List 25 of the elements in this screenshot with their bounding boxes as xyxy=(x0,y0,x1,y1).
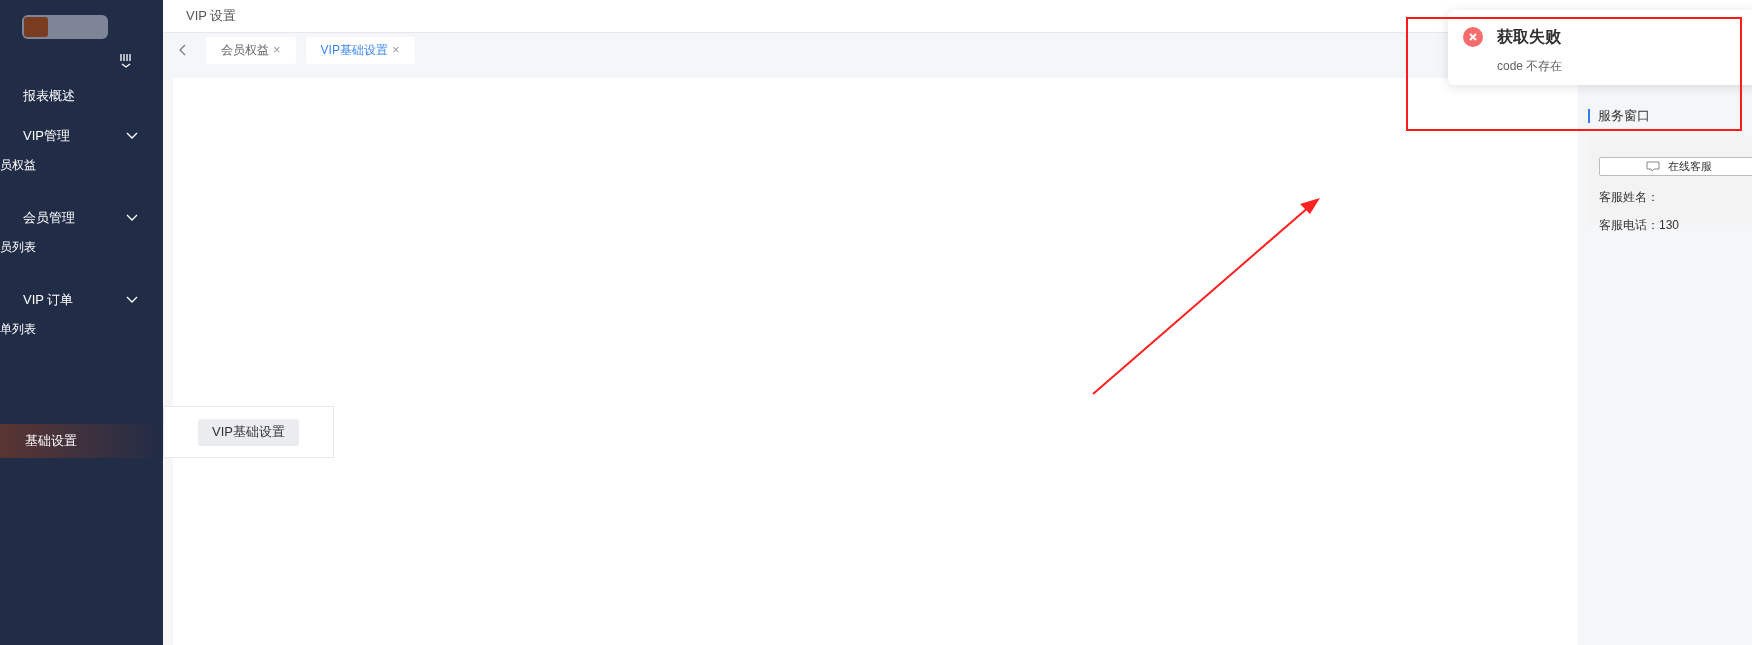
submenu-item[interactable]: 员列表 xyxy=(0,238,36,256)
menu-item[interactable]: VIP基础设置 xyxy=(198,418,299,446)
panel-title: 服务窗口 xyxy=(1598,107,1650,126)
sidebar-group[interactable]: 会员管理 xyxy=(23,208,75,228)
submenu-item[interactable]: 单列表 xyxy=(0,320,36,338)
page-title: VIP 设置 xyxy=(186,7,237,26)
info-text: 客服电话：130 xyxy=(1599,216,1681,234)
notification-title: 获取失败 xyxy=(1497,27,1562,47)
sidebar-group[interactable]: VIP 订单 xyxy=(23,290,74,310)
chevron-icon[interactable] xyxy=(126,132,138,140)
submenu-item[interactable]: 员权益 xyxy=(0,156,36,174)
tab[interactable]: 会员权益 × xyxy=(206,36,296,64)
error-icon xyxy=(1463,27,1483,47)
sidebar-item[interactable]: 报表概述 xyxy=(0,76,163,116)
notification-message: code 不存在 xyxy=(1497,58,1563,75)
collapse-icon[interactable] xyxy=(119,53,133,69)
chevron-icon[interactable] xyxy=(126,296,138,304)
online-service-button[interactable]: 在线客服 xyxy=(1599,157,1752,176)
sidebar-group[interactable]: VIP管理 xyxy=(23,126,70,146)
chevron-icon[interactable] xyxy=(126,214,138,222)
chat-icon xyxy=(1646,160,1660,172)
back-icon[interactable] xyxy=(178,44,188,56)
tab[interactable]: VIP基础设置 × xyxy=(305,36,415,64)
info-text: 客服姓名： xyxy=(1599,188,1660,206)
logo-icon xyxy=(22,13,108,41)
